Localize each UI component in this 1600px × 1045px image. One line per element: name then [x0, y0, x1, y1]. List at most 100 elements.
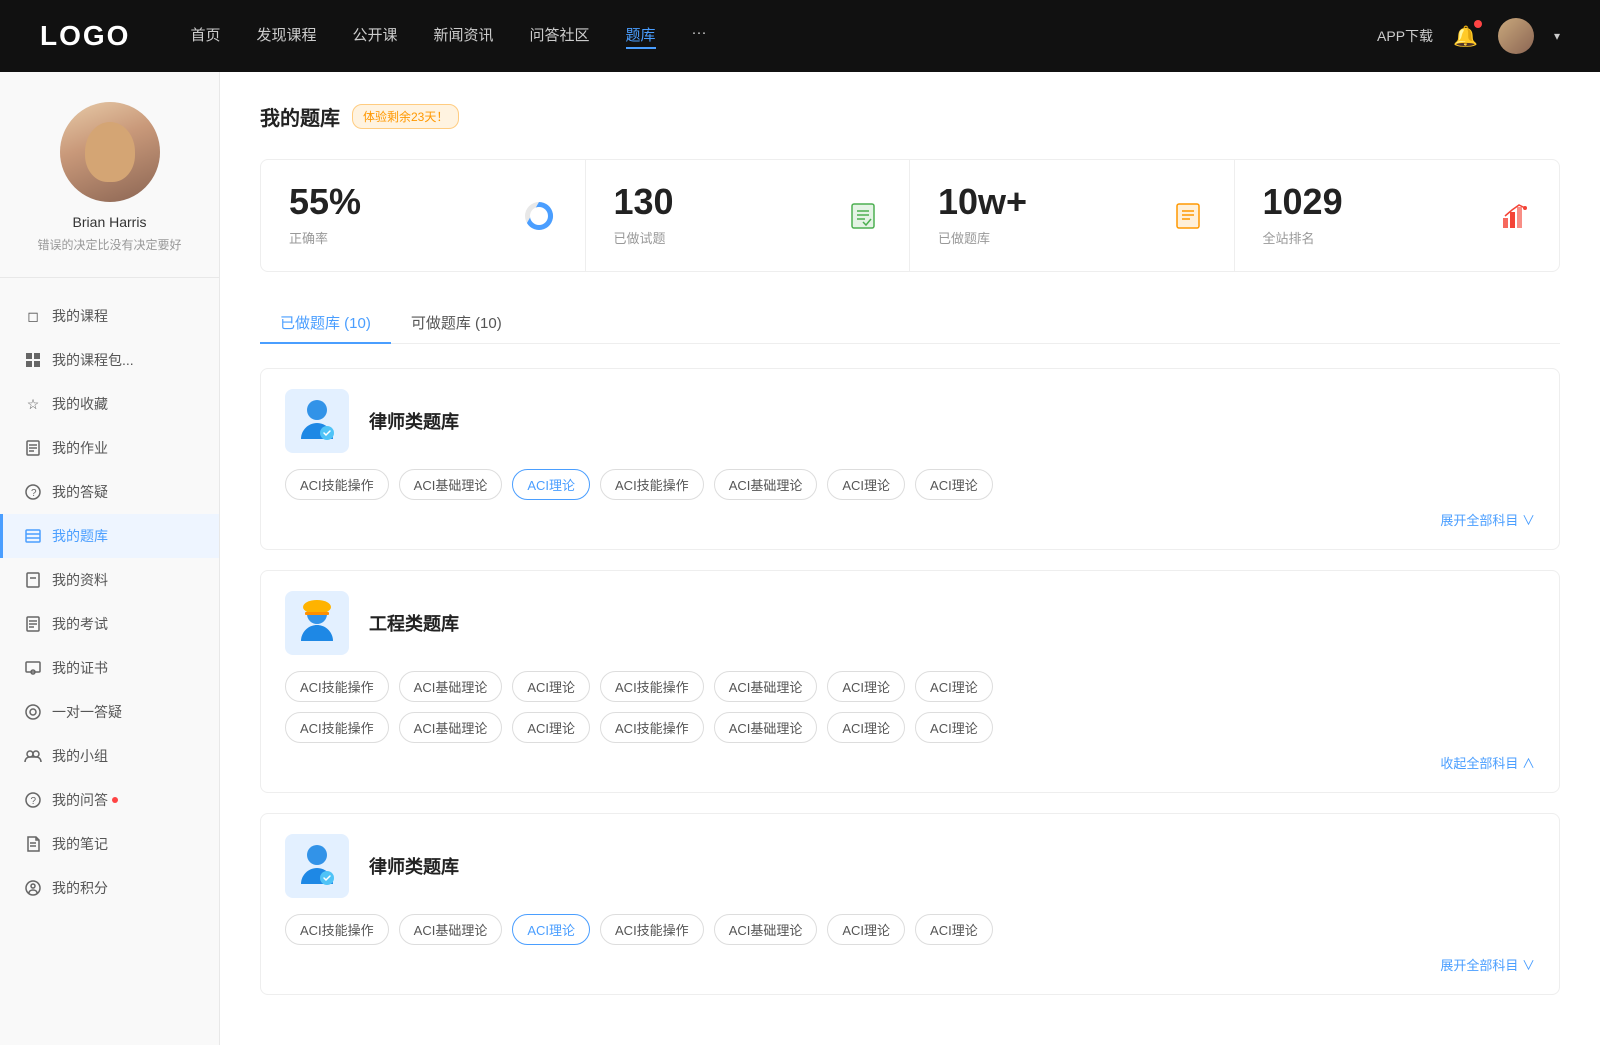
nav-news[interactable]: 新闻资讯: [434, 24, 494, 49]
sidebar-item-one-on-one[interactable]: 一对一答疑: [0, 690, 219, 734]
sidebar-item-my-points[interactable]: 我的积分: [0, 866, 219, 910]
page-header: 我的题库 体验剩余23天！: [260, 102, 1560, 131]
bell-icon: 🔔: [1453, 26, 1478, 48]
tab-available-banks[interactable]: 可做题库 (10): [391, 302, 522, 343]
sidebar: Brian Harris 错误的决定比没有决定要好 ◻ 我的课程 我的课程包..…: [0, 72, 220, 1045]
header: LOGO 首页 发现课程 公开课 新闻资讯 问答社区 题库 ··· APP下载 …: [0, 0, 1600, 72]
bank-tag[interactable]: ACI理论: [915, 712, 993, 743]
bank-tag-active[interactable]: ACI理论: [512, 469, 590, 500]
bank-tag[interactable]: ACI技能操作: [600, 469, 704, 500]
exam-icon: [24, 615, 42, 633]
sidebar-item-favorites[interactable]: ☆ 我的收藏: [0, 382, 219, 426]
bank-tag[interactable]: ACI理论: [827, 469, 905, 500]
profile-name: Brian Harris: [73, 214, 147, 230]
stat-correct-rate: 55% 正确率: [261, 160, 586, 271]
user-avatar[interactable]: [1498, 18, 1534, 54]
bank-tag[interactable]: ACI技能操作: [600, 914, 704, 945]
main-nav: 首页 发现课程 公开课 新闻资讯 问答社区 题库 ···: [190, 24, 1377, 49]
bank-tag[interactable]: ACI技能操作: [600, 671, 704, 702]
sidebar-item-my-exam[interactable]: 我的考试: [0, 602, 219, 646]
bank-tag[interactable]: ACI技能操作: [600, 712, 704, 743]
header-right: APP下载 🔔 ▾: [1377, 18, 1560, 54]
course-icon: ◻: [24, 307, 42, 325]
sidebar-menu: ◻ 我的课程 我的课程包... ☆ 我的收藏 我的作业: [0, 278, 219, 926]
nav-discover[interactable]: 发现课程: [256, 24, 316, 49]
bank-header: 律师类题库: [285, 389, 1535, 453]
bank-tags-lawyer-1: ACI技能操作 ACI基础理论 ACI理论 ACI技能操作 ACI基础理论 AC…: [285, 469, 1535, 500]
bank-tag[interactable]: ACI理论: [827, 914, 905, 945]
done-questions-label: 已做试题: [614, 228, 674, 247]
bank-avatar-lawyer-2: [285, 834, 349, 898]
sidebar-item-my-material[interactable]: 我的资料: [0, 558, 219, 602]
bank-title-engineer: 工程类题库: [369, 610, 459, 636]
stat-left: 10w+ 已做题库: [938, 184, 1027, 247]
bank-tag[interactable]: ACI理论: [915, 671, 993, 702]
bank-tag[interactable]: ACI理论: [512, 712, 590, 743]
sidebar-item-my-qa[interactable]: ? 我的答疑: [0, 470, 219, 514]
bank-expand-engineer[interactable]: 收起全部科目 ∧: [285, 753, 1535, 772]
bank-section-lawyer-1: 律师类题库 ACI技能操作 ACI基础理论 ACI理论 ACI技能操作 ACI基…: [260, 368, 1560, 550]
bank-tag[interactable]: ACI基础理论: [714, 671, 818, 702]
nav-home[interactable]: 首页: [190, 24, 220, 49]
cert-icon: [24, 659, 42, 677]
sidebar-item-my-group[interactable]: 我的小组: [0, 734, 219, 778]
question-icon: ?: [24, 791, 42, 809]
correct-rate-icon: [521, 198, 557, 234]
bank-tag[interactable]: ACI技能操作: [285, 469, 389, 500]
sidebar-item-my-notes[interactable]: 我的笔记: [0, 822, 219, 866]
stat-ranking: 1029 全站排名: [1235, 160, 1560, 271]
bank-header: 工程类题库: [285, 591, 1535, 655]
points-icon: [24, 879, 42, 897]
package-icon: [24, 351, 42, 369]
ranking-label: 全站排名: [1263, 228, 1343, 247]
bank-tags-engineer-row2: ACI技能操作 ACI基础理论 ACI理论 ACI技能操作 ACI基础理论 AC…: [285, 712, 1535, 743]
stat-left: 130 已做试题: [614, 184, 674, 247]
sidebar-item-homework[interactable]: 我的作业: [0, 426, 219, 470]
sidebar-item-course-package[interactable]: 我的课程包...: [0, 338, 219, 382]
done-questions-icon: [845, 198, 881, 234]
bank-title-lawyer-2: 律师类题库: [369, 853, 459, 879]
nav-more[interactable]: ···: [692, 24, 707, 49]
bank-tag[interactable]: ACI基础理论: [399, 914, 503, 945]
tab-done-banks[interactable]: 已做题库 (10): [260, 302, 391, 343]
bank-tag-active[interactable]: ACI理论: [512, 914, 590, 945]
bank-tag[interactable]: ACI基础理论: [399, 712, 503, 743]
qa-icon: ?: [24, 483, 42, 501]
profile-motto: 错误的决定比没有决定要好: [37, 236, 181, 253]
bank-tag[interactable]: ACI基础理论: [714, 712, 818, 743]
sidebar-item-my-question[interactable]: ? 我的问答: [0, 778, 219, 822]
nav-opencourse[interactable]: 公开课: [352, 24, 397, 49]
done-banks-value: 10w+: [938, 184, 1027, 220]
bank-section-engineer: 工程类题库 ACI技能操作 ACI基础理论 ACI理论 ACI技能操作 ACI基…: [260, 570, 1560, 793]
star-icon: ☆: [24, 395, 42, 413]
bank-tag[interactable]: ACI基础理论: [714, 914, 818, 945]
bank-tag[interactable]: ACI基础理论: [399, 469, 503, 500]
bank-tag[interactable]: ACI理论: [827, 712, 905, 743]
bank-tags-lawyer-2: ACI技能操作 ACI基础理论 ACI理论 ACI技能操作 ACI基础理论 AC…: [285, 914, 1535, 945]
sidebar-item-my-bank[interactable]: 我的题库: [0, 514, 219, 558]
bank-tag[interactable]: ACI技能操作: [285, 712, 389, 743]
avatar-image: [1498, 18, 1534, 54]
bank-tag[interactable]: ACI理论: [915, 469, 993, 500]
bank-tag[interactable]: ACI技能操作: [285, 914, 389, 945]
bank-tag[interactable]: ACI理论: [915, 914, 993, 945]
sidebar-item-my-course[interactable]: ◻ 我的课程: [0, 294, 219, 338]
group-icon: [24, 747, 42, 765]
profile-avatar: [60, 102, 160, 202]
bank-tag[interactable]: ACI技能操作: [285, 671, 389, 702]
notes-icon: [24, 835, 42, 853]
bank-tag[interactable]: ACI基础理论: [399, 671, 503, 702]
app-download-button[interactable]: APP下载: [1377, 26, 1433, 46]
nav-qa[interactable]: 问答社区: [530, 24, 590, 49]
bank-tag[interactable]: ACI理论: [827, 671, 905, 702]
nav-questionbank[interactable]: 题库: [626, 24, 656, 49]
notification-badge: [1474, 20, 1482, 28]
bank-expand-lawyer-2[interactable]: 展开全部科目 ∨: [285, 955, 1535, 974]
bank-expand-lawyer-1[interactable]: 展开全部科目 ∨: [285, 510, 1535, 529]
avatar-dropdown-arrow[interactable]: ▾: [1554, 29, 1560, 43]
bank-tag[interactable]: ACI基础理论: [714, 469, 818, 500]
bank-tag[interactable]: ACI理论: [512, 671, 590, 702]
notification-bell[interactable]: 🔔: [1453, 24, 1478, 49]
sidebar-item-my-cert[interactable]: 我的证书: [0, 646, 219, 690]
trial-badge: 体验剩余23天！: [352, 104, 459, 129]
